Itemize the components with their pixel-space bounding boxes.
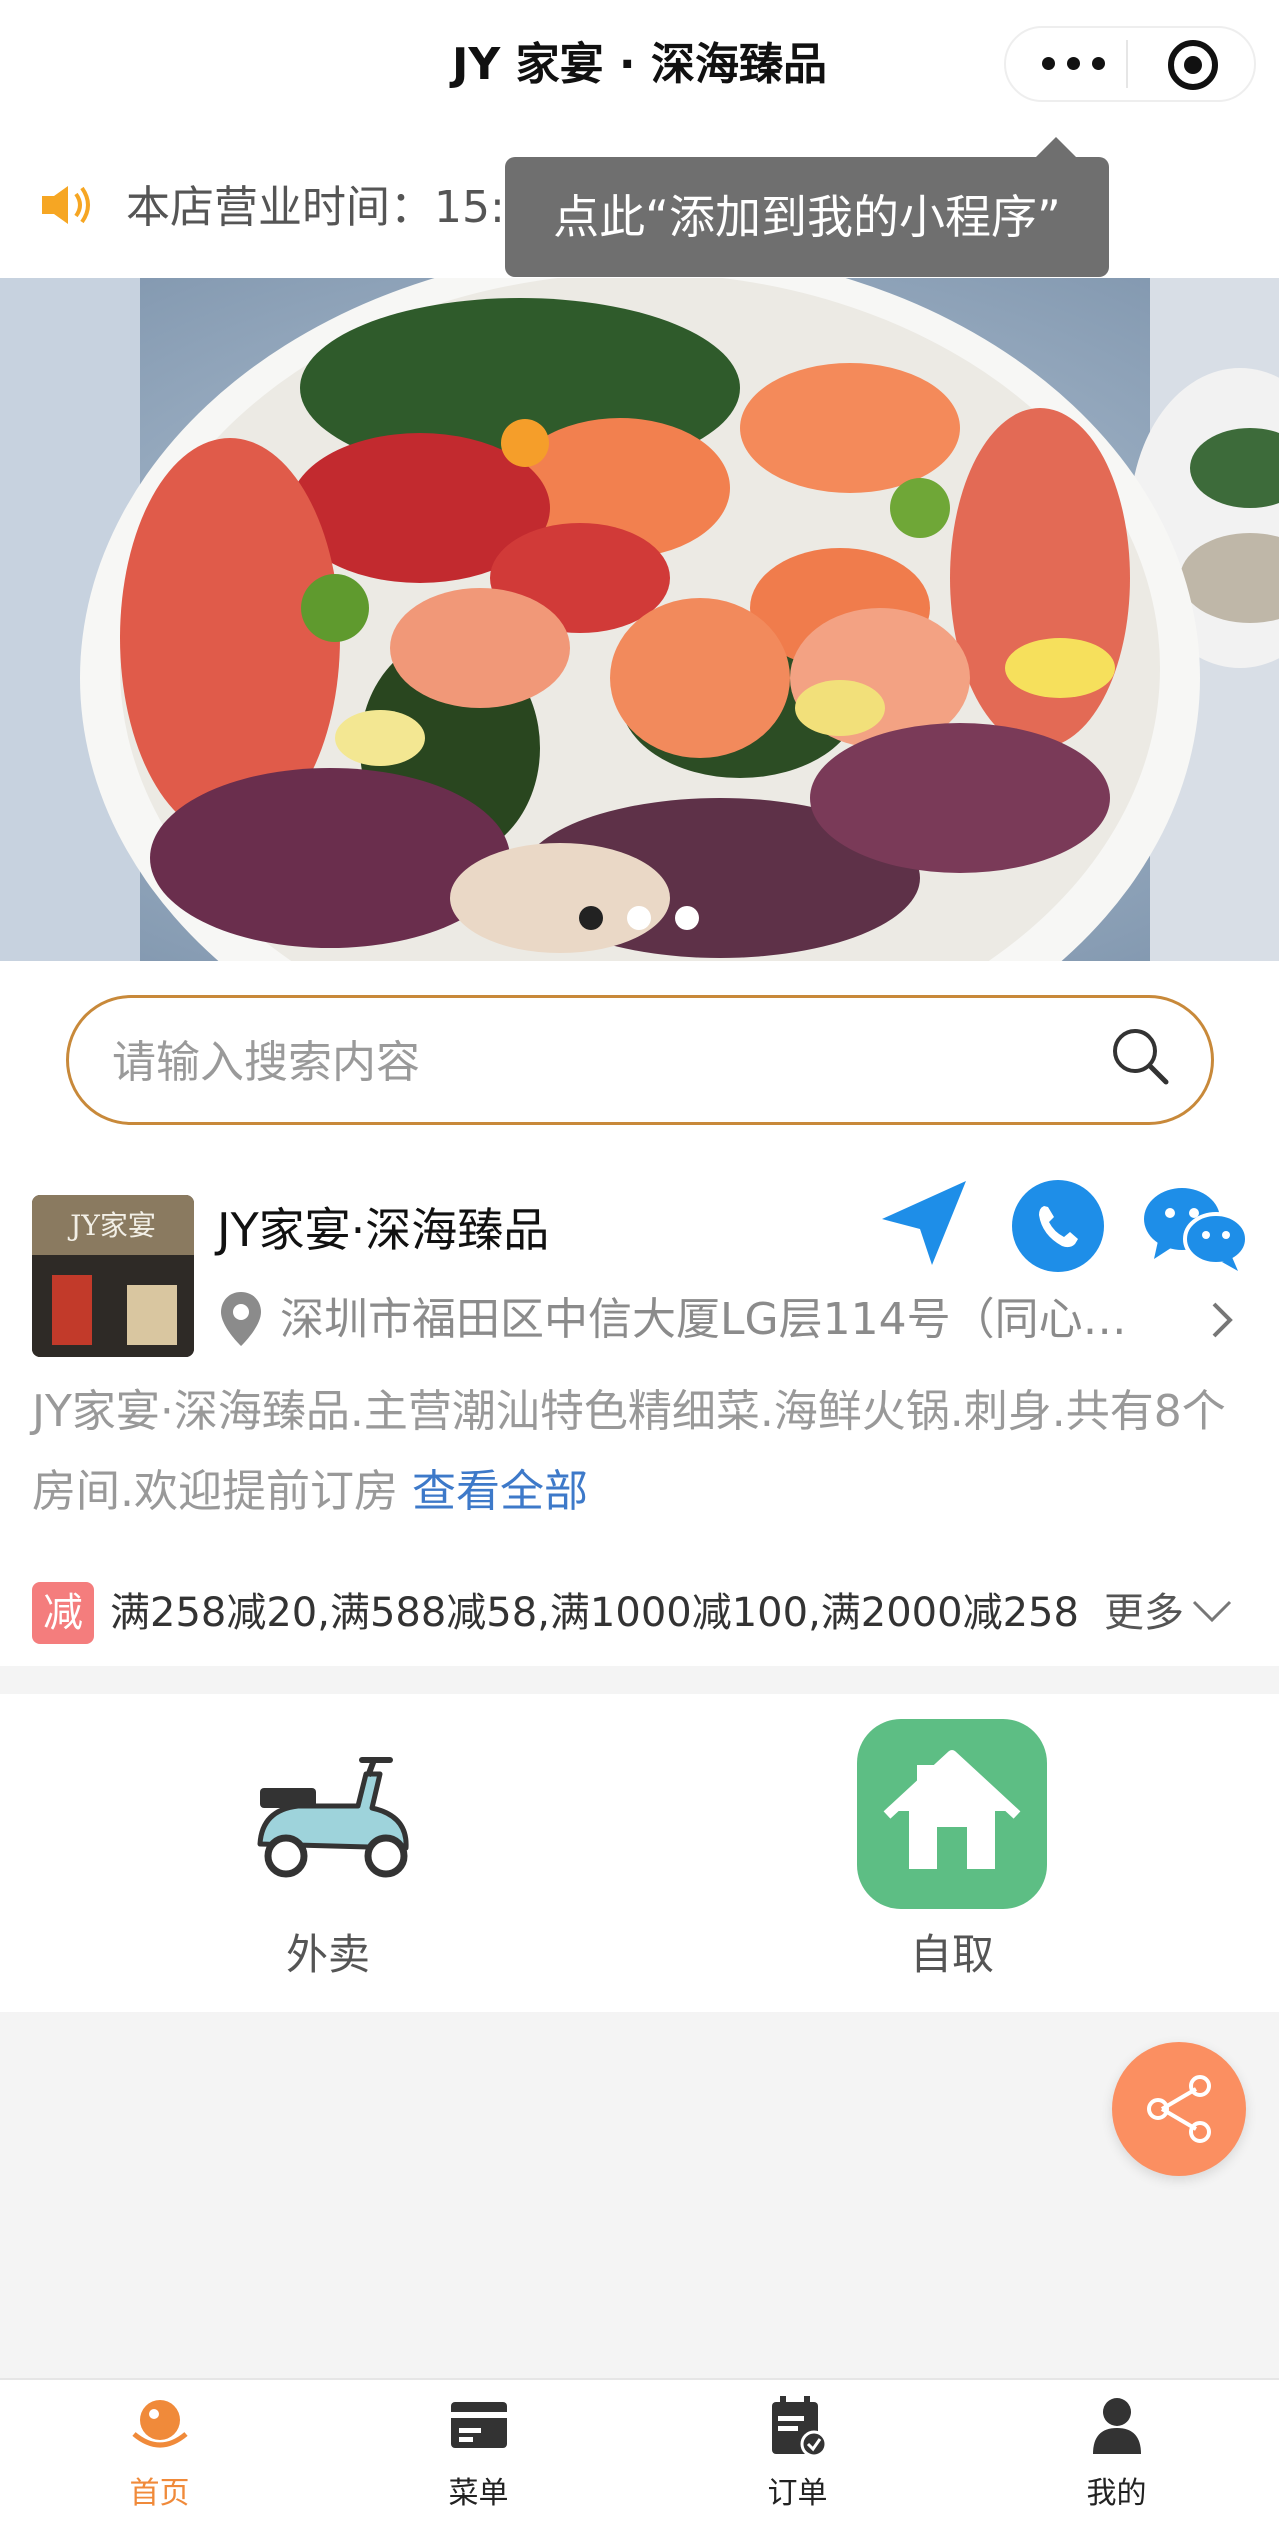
order-mode-section: [0, 1694, 1279, 2012]
tab-orders[interactable]: 订单: [638, 2380, 957, 2544]
banner-carousel[interactable]: [0, 278, 1279, 961]
tooltip-arrow: [1036, 137, 1076, 157]
share-icon: [1147, 2075, 1211, 2143]
chevron-down-icon[interactable]: [1190, 1596, 1234, 1626]
orders-tab-icon: [772, 2396, 828, 2458]
pickup-button[interactable]: [857, 1719, 1047, 1909]
see-all-link[interactable]: 查看全部: [412, 1466, 588, 1517]
search-icon[interactable]: [1108, 1024, 1172, 1088]
discount-text: 满258减20,满588减58,满1000减100,满2000减258: [110, 1590, 1079, 1636]
location-arrow-icon[interactable]: [876, 1175, 972, 1271]
store-address[interactable]: 深圳市福田区中信大厦LG层114号（同心…: [280, 1288, 1200, 1352]
more-discounts-button[interactable]: 更多: [1104, 1582, 1184, 1644]
profile-tab-icon: [1093, 2398, 1141, 2454]
delivery-label: 外卖: [285, 1930, 370, 1979]
search-input[interactable]: [110, 1030, 1074, 1094]
tab-home[interactable]: 首页: [0, 2380, 319, 2544]
share-button[interactable]: [1112, 2042, 1246, 2176]
sashimi-platter-image: [0, 278, 1279, 961]
svg-text:JY家宴: JY家宴: [67, 1209, 156, 1242]
store-logo[interactable]: JY家宴: [32, 1195, 194, 1357]
tab-profile-label: 我的: [1086, 2476, 1147, 2511]
carousel-dot[interactable]: [579, 906, 603, 930]
more-dots-icon[interactable]: [1030, 40, 1120, 88]
tooltip-text: 点此“添加到我的小程序”: [553, 190, 1061, 244]
pin-icon: [218, 1290, 264, 1348]
carousel-dot[interactable]: [627, 906, 651, 930]
speaker-icon: [38, 180, 94, 230]
tab-home-label: 首页: [129, 2476, 190, 2511]
tab-menu[interactable]: 菜单: [319, 2380, 638, 2544]
description-text: JY家宴·深海臻品.主营潮汕特色精细菜.海鲜火锅.刺身.共有8个房间.欢迎提前订…: [32, 1386, 1226, 1517]
store-description: JY家宴·深海臻品.主营潮汕特色精细菜.海鲜火锅.刺身.共有8个房间.欢迎提前订…: [32, 1372, 1232, 1532]
scooter-icon: [240, 1744, 416, 1884]
target-icon[interactable]: [1165, 37, 1221, 93]
wechat-icon[interactable]: [1140, 1183, 1250, 1273]
carousel-dot[interactable]: [675, 906, 699, 930]
chevron-right-icon[interactable]: [1206, 1298, 1236, 1342]
home-tab-icon: [132, 2400, 188, 2448]
discount-badge: 减: [32, 1582, 94, 1644]
pickup-label: 自取: [909, 1930, 994, 1979]
tab-orders-label: 订单: [767, 2476, 828, 2511]
store-name: JY家宴·深海臻品: [217, 1203, 550, 1257]
house-icon: [883, 1750, 1021, 1869]
menu-tab-icon: [451, 2402, 507, 2448]
capsule-divider: [1126, 40, 1128, 88]
tab-menu-label: 菜单: [448, 2476, 509, 2511]
tab-profile[interactable]: 我的: [957, 2380, 1276, 2544]
phone-icon[interactable]: [1012, 1180, 1104, 1272]
